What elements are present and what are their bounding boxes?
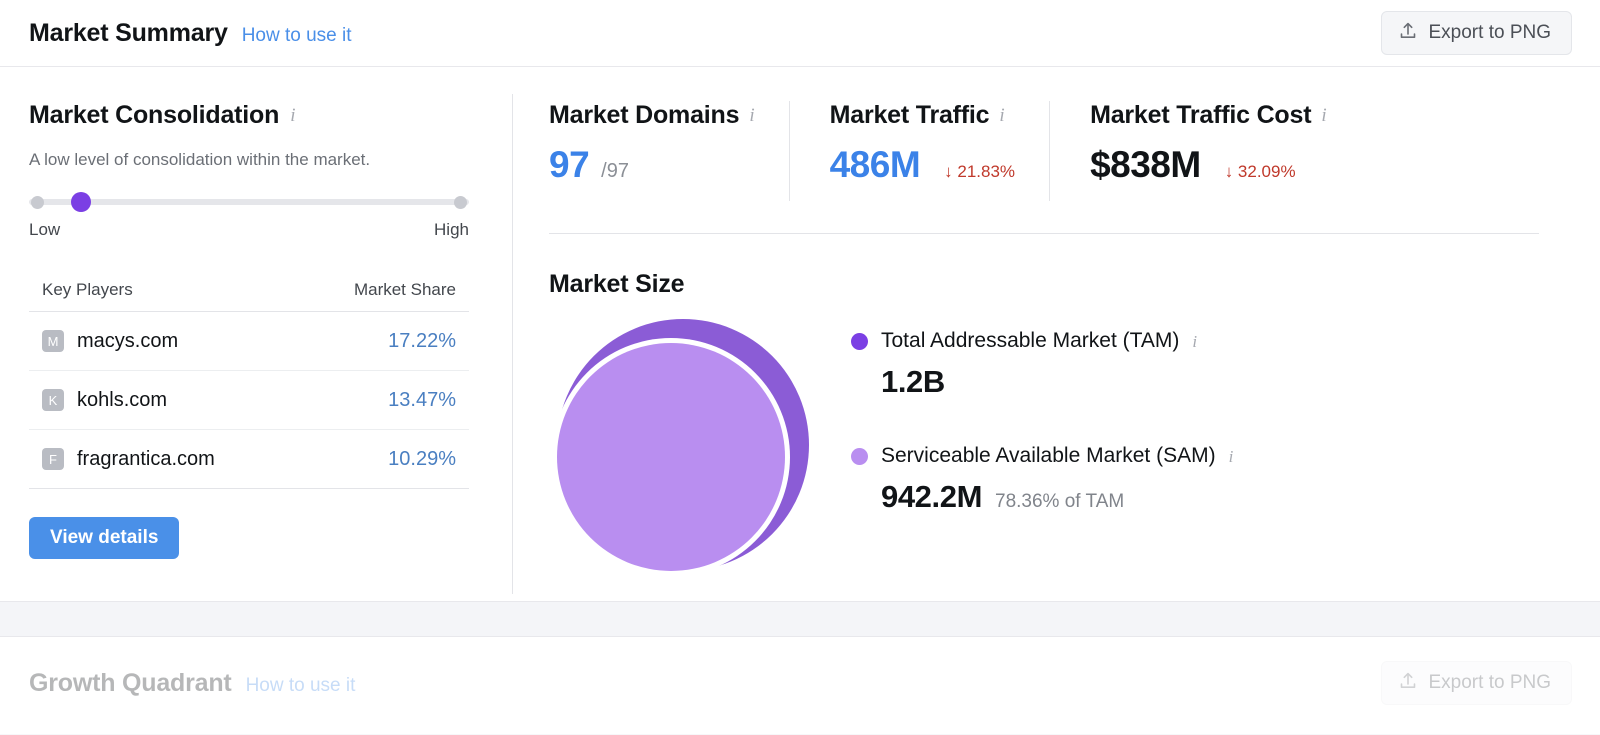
metric-heading: Market Traffic i [830,101,1015,130]
key-players-table: Key Players Market Share Mmacys.com 17.22… [29,280,469,489]
info-icon[interactable]: i [1192,333,1197,350]
player-domain[interactable]: macys.com [77,330,178,353]
slider-labels: Low High [29,220,469,240]
metric-value-row: 97/97 [549,144,755,186]
growth-quadrant-title-group: Growth Quadrant How to use it [29,669,355,698]
export-to-png-button[interactable]: Export to PNG [1380,11,1572,55]
favicon-placeholder-icon: F [42,448,64,470]
player-cell: Ffragrantica.com [42,448,215,471]
table-body: Mmacys.com 17.22% Kkohls.com 13.47% Ffragran… [29,312,469,489]
market-size-legend: Total Addressable Market (TAM) i 1.2B Se… [851,319,1233,515]
sam-value-row: 942.2M 78.36% of TAM [881,479,1233,515]
slider-thumb[interactable] [70,192,91,212]
growth-quadrant-export-button[interactable]: Export to PNG [1380,661,1572,705]
metric-heading: Market Traffic Cost i [1090,101,1327,130]
metric-delta: ↓ 32.09% [1224,162,1296,181]
column-header-key-players: Key Players [42,280,133,299]
tam-color-dot [851,332,868,350]
slider-high-marker [454,196,467,209]
section-separator-band [0,601,1600,637]
market-size-chart [549,319,817,581]
metric-heading: Market Domains i [549,101,755,130]
panel-header: Market Summary How to use it Export to P… [0,0,1600,67]
consolidation-title: Market Consolidation [29,101,280,129]
info-icon[interactable]: i [749,106,754,125]
metrics-row: Market Domains i 97/97 Market Traffic i 486M ↓… [549,101,1549,201]
tam-label: Total Addressable Market (TAM) [881,329,1180,352]
market-size-title: Market Size [549,270,685,298]
market-metrics-panel: Market Domains i 97/97 Market Traffic i 486M ↓… [549,101,1549,581]
slider-low-marker [31,196,44,209]
metric-value: $838M [1090,144,1201,185]
metric-name: Market Traffic [829,101,990,129]
table-row[interactable]: Mmacys.com 17.22% [29,312,469,371]
metric-name: Market Domains [549,101,740,129]
player-market-share: 17.22% [388,329,456,352]
sam-subtext: 78.36% of TAM [995,491,1125,512]
sam-label: Serviceable Available Market (SAM) [881,444,1216,467]
slider-track [29,199,469,205]
player-market-share: 10.29% [388,447,456,470]
metric-card: Market Traffic Cost i $838M ↓ 32.09% [1049,101,1361,201]
header-title-group: Market Summary How to use it [29,19,352,48]
page-title: Market Summary [29,19,228,47]
info-icon[interactable]: i [999,106,1004,125]
tam-legend-head: Total Addressable Market (TAM) i [851,329,1233,353]
metric-value-row: 486M ↓ 21.83% [830,144,1015,186]
tam-value: 1.2B [881,364,945,399]
growth-quadrant-title: Growth Quadrant [29,669,232,697]
consolidation-slider[interactable] [29,192,469,212]
slider-low-label: Low [29,220,61,239]
metric-value-row: $838M ↓ 32.09% [1090,144,1327,186]
metric-delta: ↓ 21.83% [944,162,1016,181]
player-domain[interactable]: kohls.com [77,389,167,412]
tam-legend-block: Total Addressable Market (TAM) i 1.2B [851,329,1233,400]
how-to-use-link[interactable]: How to use it [242,25,352,47]
tam-value-row: 1.2B [881,364,1233,400]
table-row[interactable]: Ffragrantica.com 10.29% [29,430,469,489]
metric-name: Market Traffic Cost [1090,101,1312,129]
sam-circle [557,343,785,571]
tam-sam-circles-svg [552,319,809,576]
column-header-market-share: Market Share [353,280,456,299]
favicon-placeholder-icon: M [42,330,64,352]
info-icon[interactable]: i [1229,448,1234,465]
metrics-divider [549,233,1539,234]
metric-card: Market Traffic i 486M ↓ 21.83% [788,101,1049,201]
view-details-button[interactable]: View details [29,517,180,559]
export-button-label: Export to PNG [1428,672,1552,693]
upload-icon [1398,671,1418,696]
consolidation-heading: Market Consolidation i [29,101,489,130]
slider-high-label: High [434,220,469,239]
market-summary-page: Market Summary How to use it Export to P… [0,0,1600,735]
export-button-label: Export to PNG [1428,22,1552,43]
player-market-share: 13.47% [388,388,456,411]
metric-value: 97 [549,144,590,185]
market-consolidation-panel: Market Consolidation i A low level of co… [29,101,489,559]
favicon-placeholder-icon: K [42,389,64,411]
metric-value: 486M [829,144,921,185]
sam-color-dot [851,447,868,465]
growth-quadrant-how-to-use-link[interactable]: How to use it [246,675,356,697]
metric-card: Market Domains i 97/97 [549,101,789,201]
player-cell: Mmacys.com [42,330,178,353]
market-size-body: Total Addressable Market (TAM) i 1.2B Se… [549,319,1549,581]
consolidation-description: A low level of consolidation within the … [29,150,371,169]
column-divider [512,94,513,594]
info-icon[interactable]: i [290,106,295,125]
upload-icon [1398,21,1418,46]
metric-suffix: /97 [601,160,629,182]
sam-legend-head: Serviceable Available Market (SAM) i [851,444,1233,468]
sam-value: 942.2M [881,479,982,514]
player-cell: Kkohls.com [42,389,167,412]
growth-quadrant-panel: Growth Quadrant How to use it Export to … [0,637,1600,735]
table-row[interactable]: Kkohls.com 13.47% [29,371,469,430]
sam-legend-block: Serviceable Available Market (SAM) i 942… [851,444,1233,515]
table-header-row: Key Players Market Share [29,280,469,312]
player-domain[interactable]: fragrantica.com [77,448,215,471]
info-icon[interactable]: i [1321,106,1326,125]
